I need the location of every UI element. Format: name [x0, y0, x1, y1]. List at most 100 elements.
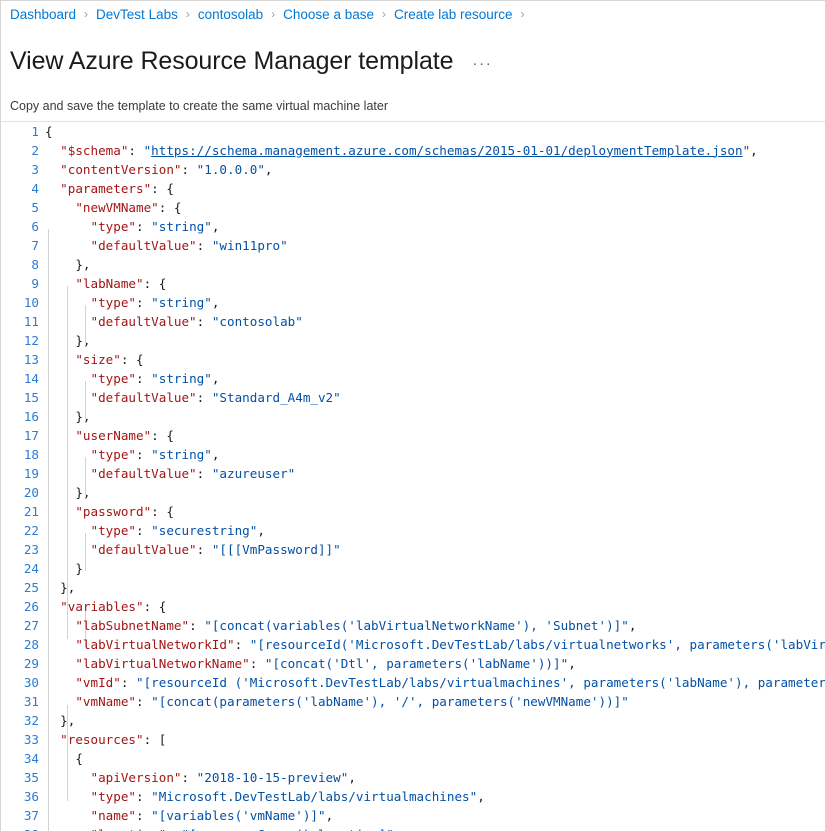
code-line[interactable]: 14 "type": "string", [1, 369, 825, 388]
json-punctuation: , [394, 827, 402, 832]
line-number: 25 [23, 579, 39, 595]
code-text: "variables": { [45, 597, 166, 616]
line-number: 7 [31, 237, 39, 253]
json-key: "type" [45, 522, 136, 538]
json-key: "type" [45, 294, 136, 310]
breadcrumb-separator-icon: › [271, 7, 276, 21]
json-string: "[resourceGroup().location]" [182, 827, 394, 832]
json-key: "type" [45, 218, 136, 234]
code-line[interactable]: 2 "$schema": "https://schema.management.… [1, 141, 825, 160]
json-punctuation: : [196, 237, 212, 253]
code-line[interactable]: 10 "type": "string", [1, 293, 825, 312]
json-key: "defaultValue" [45, 465, 197, 481]
code-line[interactable]: 17 "userName": { [1, 426, 825, 445]
code-line[interactable]: 19 "defaultValue": "azureuser" [1, 464, 825, 483]
code-line[interactable]: 7 "defaultValue": "win11pro" [1, 236, 825, 255]
code-text: "labVirtualNetworkName": "[concat('Dtl',… [45, 654, 575, 673]
json-key: "variables" [45, 598, 144, 614]
json-key: "type" [45, 370, 136, 386]
code-text: "apiVersion": "2018-10-15-preview", [45, 768, 356, 787]
code-line[interactable]: 23 "defaultValue": "[[[VmPassword]]" [1, 540, 825, 559]
code-text: "type": "securestring", [45, 521, 265, 540]
code-line[interactable]: 24 } [1, 559, 825, 578]
json-punctuation: }, [45, 712, 76, 728]
code-line[interactable]: 37 "name": "[variables('vmName')]", [1, 806, 825, 825]
json-punctuation: { [45, 123, 53, 139]
code-line[interactable]: 11 "defaultValue": "contosolab" [1, 312, 825, 331]
code-line[interactable]: 20 }, [1, 483, 825, 502]
breadcrumb-item-devtest-labs[interactable]: DevTest Labs [95, 1, 179, 28]
code-line[interactable]: 4 "parameters": { [1, 179, 825, 198]
line-number: 12 [23, 332, 39, 348]
code-line[interactable]: 3 "contentVersion": "1.0.0.0", [1, 160, 825, 179]
code-line[interactable]: 21 "password": { [1, 502, 825, 521]
json-punctuation: : [120, 674, 136, 690]
json-string: "2018-10-15-preview" [196, 769, 349, 785]
code-lines-container: 1{2 "$schema": "https://schema.managemen… [1, 122, 825, 832]
code-line[interactable]: 28 "labVirtualNetworkId": "[resourceId('… [1, 635, 825, 654]
line-number: 8 [31, 256, 39, 272]
code-line[interactable]: 30 "vmId": "[resourceId ('Microsoft.DevT… [1, 673, 825, 692]
json-punctuation: : [136, 693, 152, 709]
code-line[interactable]: 8 }, [1, 255, 825, 274]
json-key: "location" [45, 827, 166, 832]
code-text: "resources": [ [45, 730, 166, 749]
json-punctuation: , [257, 522, 265, 538]
json-string: "Microsoft.DevTestLab/labs/virtualmachin… [151, 788, 478, 804]
breadcrumb-item-contosolab[interactable]: contosolab [197, 1, 264, 28]
code-line[interactable]: 31 "vmName": "[concat(parameters('labNam… [1, 692, 825, 711]
breadcrumb-separator-icon: › [185, 7, 190, 21]
breadcrumb-item-create-lab-resource[interactable]: Create lab resource [393, 1, 514, 28]
code-line[interactable]: 26 "variables": { [1, 597, 825, 616]
code-line[interactable]: 13 "size": { [1, 350, 825, 369]
code-line[interactable]: 16 }, [1, 407, 825, 426]
json-string: "1.0.0.0" [196, 161, 265, 177]
json-key: "defaultValue" [45, 541, 197, 557]
line-number: 32 [23, 712, 39, 728]
code-line[interactable]: 1{ [1, 122, 825, 141]
json-punctuation: }, [45, 408, 91, 424]
code-line[interactable]: 9 "labName": { [1, 274, 825, 293]
json-key: "vmId" [45, 674, 121, 690]
breadcrumb-item-dashboard[interactable]: Dashboard [9, 1, 77, 28]
json-punctuation: , [348, 769, 356, 785]
json-key: "contentVersion" [45, 161, 182, 177]
code-line[interactable]: 29 "labVirtualNetworkName": "[concat('Dt… [1, 654, 825, 673]
json-punctuation: : [234, 636, 250, 652]
code-line[interactable]: 36 "type": "Microsoft.DevTestLab/labs/vi… [1, 787, 825, 806]
json-key: "name" [45, 807, 136, 823]
code-line[interactable]: 35 "apiVersion": "2018-10-15-preview", [1, 768, 825, 787]
line-number: 18 [23, 446, 39, 462]
code-line[interactable]: 32 }, [1, 711, 825, 730]
code-text: "type": "string", [45, 217, 219, 236]
code-text: "parameters": { [45, 179, 174, 198]
code-line[interactable]: 38 "location": "[resourceGroup().locatio… [1, 825, 825, 832]
code-line[interactable]: 33 "resources": [ [1, 730, 825, 749]
code-line[interactable]: 6 "type": "string", [1, 217, 825, 236]
code-line[interactable]: 27 "labSubnetName": "[concat(variables('… [1, 616, 825, 635]
code-line[interactable]: 5 "newVMName": { [1, 198, 825, 217]
code-line[interactable]: 34 { [1, 749, 825, 768]
code-line[interactable]: 22 "type": "securestring", [1, 521, 825, 540]
code-line[interactable]: 15 "defaultValue": "Standard_A4m_v2" [1, 388, 825, 407]
json-key: "parameters" [45, 180, 152, 196]
line-number: 6 [31, 218, 39, 234]
line-number: 15 [23, 389, 39, 405]
json-punctuation: { [45, 750, 83, 766]
template-code-editor[interactable]: 1{2 "$schema": "https://schema.managemen… [1, 121, 825, 832]
code-line[interactable]: 12 }, [1, 331, 825, 350]
code-line[interactable]: 25 }, [1, 578, 825, 597]
json-key: "password" [45, 503, 152, 519]
more-options-icon[interactable]: ··· [469, 56, 495, 72]
json-punctuation: : [196, 389, 212, 405]
code-text: "type": "string", [45, 445, 219, 464]
json-key: "$schema" [45, 142, 129, 158]
json-punctuation: , [628, 617, 637, 633]
arm-template-view-page: Dashboard › DevTest Labs › contosolab › Choose… [0, 0, 826, 832]
breadcrumb-item-choose-a-base[interactable]: Choose a base [282, 1, 375, 28]
schema-url-link[interactable]: https://schema.management.azure.com/sche… [151, 143, 742, 158]
code-line[interactable]: 18 "type": "string", [1, 445, 825, 464]
json-key: "userName" [45, 427, 152, 443]
json-string: "[concat('Dtl', parameters('labName'))]" [264, 655, 569, 671]
json-string: "[[[VmPassword]]" [211, 541, 341, 557]
